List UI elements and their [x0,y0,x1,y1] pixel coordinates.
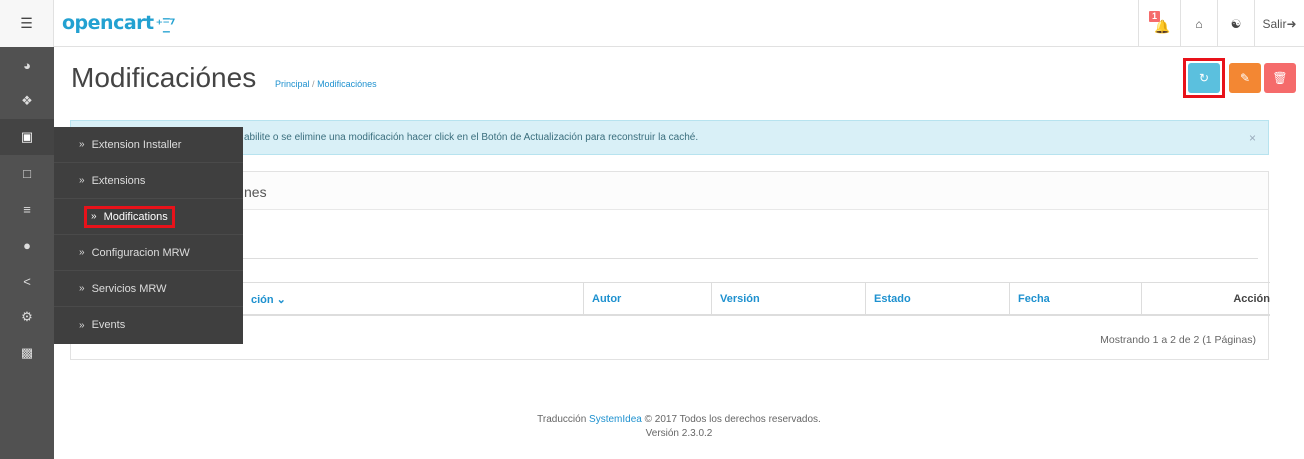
menu-toggle-button[interactable]: ☰ [0,0,54,47]
modifications-table-header: ción ⌄ Autor Versión Estado Fecha Acción [83,282,1270,316]
trash-icon: 🗑 [1272,71,1288,85]
column-status[interactable]: Estado [865,283,1009,315]
column-action: Acción [1141,283,1270,315]
column-author[interactable]: Autor [583,283,711,315]
tabs-divider [83,258,1258,259]
puzzle-icon: ▣ [20,129,34,144]
info-alert: abilite o se elimine una modificación ha… [70,120,1269,155]
chevron-right-icon: » [79,139,85,150]
footer-prefix: Traducción [537,414,587,425]
user-icon: ● [23,237,31,253]
chevron-right-icon: » [79,247,85,258]
menu-item-label: Servicios MRW [91,282,167,295]
sidebar-item-sales[interactable]: ≡ [0,191,54,227]
menu-item-label: Events [91,319,126,331]
help-button[interactable]: ☯ [1217,0,1254,47]
extensions-dropdown-menu: » Extension Installer » Extensions » Mod… [54,127,243,344]
breadcrumb: Principal / Modificaciónes [275,79,377,89]
modifications-highlight: » Modifications [84,205,175,228]
notifications-button[interactable]: 1 🔔 [1138,0,1180,47]
column-version[interactable]: Versión [711,283,865,315]
sidebar-item-dashboard[interactable]: ◕ [0,47,54,83]
sidebar-item-catalog[interactable]: ❖ [0,83,54,119]
sidebar: ◕ ❖ ▣ □ ≡ ● < ⚙ ▩ [0,47,54,459]
logo-cart-icon: ⁺⁻̲̅⁷ [155,17,176,33]
lifebuoy-icon: ☯ [1230,16,1242,31]
refresh-icon: ↻ [1198,71,1210,85]
logout-button[interactable]: Salir ➜ [1254,0,1304,47]
modifications-panel: nes ción ⌄ Autor Versión Estado Fecha Ac… [70,171,1270,360]
chevron-right-icon: » [91,211,97,222]
desktop-icon: □ [23,165,31,181]
notification-badge: 1 [1149,11,1161,22]
sidebar-item-reports[interactable]: ▩ [0,335,54,371]
menu-item-configuracion-mrw[interactable]: » Configuracion MRW [54,235,243,271]
menu-item-label: Modifications [103,210,168,223]
alert-close-button[interactable]: × [1249,131,1256,145]
breadcrumb-home[interactable]: Principal [275,79,310,89]
pagination-info: Mostrando 1 a 2 de 2 (1 Páginas) [1100,334,1256,346]
header-nav: 1 🔔 ⌂ ☯ Salir ➜ [1138,0,1304,47]
menu-item-extensions[interactable]: » Extensions [54,163,243,199]
chevron-right-icon: » [79,283,85,294]
chevron-right-icon: » [79,175,85,186]
cog-icon: ⚙ [21,309,33,324]
delete-button[interactable]: 🗑 [1264,63,1296,93]
chevron-right-icon: » [79,319,85,331]
dashboard-icon: ◕ [23,57,31,73]
clear-button[interactable]: ✎ [1229,63,1261,93]
footer-version: Versión 2.3.0.2 [645,428,713,439]
sidebar-item-customers[interactable]: ● [0,227,54,263]
home-button[interactable]: ⌂ [1180,0,1217,47]
footer: Traducción SystemIdea © 2017 Todos los d… [54,413,1304,441]
refresh-button[interactable]: ↻ [1188,63,1220,93]
footer-link[interactable]: SystemIdea [589,414,642,425]
sidebar-item-design[interactable]: □ [0,155,54,191]
panel-title: nes [244,184,267,200]
menu-item-extension-installer[interactable]: » Extension Installer [54,127,243,163]
sign-out-icon: ➜ [1286,16,1297,31]
panel-heading: nes [71,172,1268,210]
menu-item-label: Configuracion MRW [91,246,190,259]
menu-item-events[interactable]: » Events [54,307,243,343]
menu-item-servicios-mrw[interactable]: » Servicios MRW [54,271,243,307]
alert-text: abilite o se elimine una modificación ha… [244,132,699,143]
page-title: Modificaciónes [71,62,257,93]
menu-item-label: Extensions [91,174,146,187]
column-name[interactable]: ción ⌄ [243,283,583,315]
eraser-icon: ✎ [1239,71,1251,85]
tags-icon: ❖ [21,93,33,108]
share-icon: < [23,273,31,289]
sidebar-item-system[interactable]: ⚙ [0,299,54,335]
menu-toggle-icon: ☰ [20,15,33,31]
top-header: ☰ opencart ⁺⁻̲̅⁷ 1 🔔 ⌂ ☯ Salir ➜ [0,0,1304,47]
footer-suffix: © 2017 Todos los derechos reservados. [644,414,821,425]
column-date[interactable]: Fecha [1009,283,1141,315]
sidebar-item-extensions[interactable]: ▣ [0,119,54,155]
cart-icon: ≡ [23,201,31,217]
menu-item-label: Extension Installer [91,138,182,151]
home-icon: ⌂ [1195,16,1203,31]
footer-copyright: Traducción SystemIdea © 2017 Todos los d… [54,413,1304,427]
menu-item-modifications[interactable]: » Modifications [54,199,243,235]
bar-chart-icon: ▩ [20,345,34,360]
logout-label: Salir [1262,16,1287,31]
breadcrumb-current[interactable]: Modificaciónes [317,79,377,89]
sidebar-item-marketing[interactable]: < [0,263,54,299]
breadcrumb-separator: / [312,79,315,89]
opencart-logo[interactable]: opencart ⁺⁻̲̅⁷ [62,12,176,34]
